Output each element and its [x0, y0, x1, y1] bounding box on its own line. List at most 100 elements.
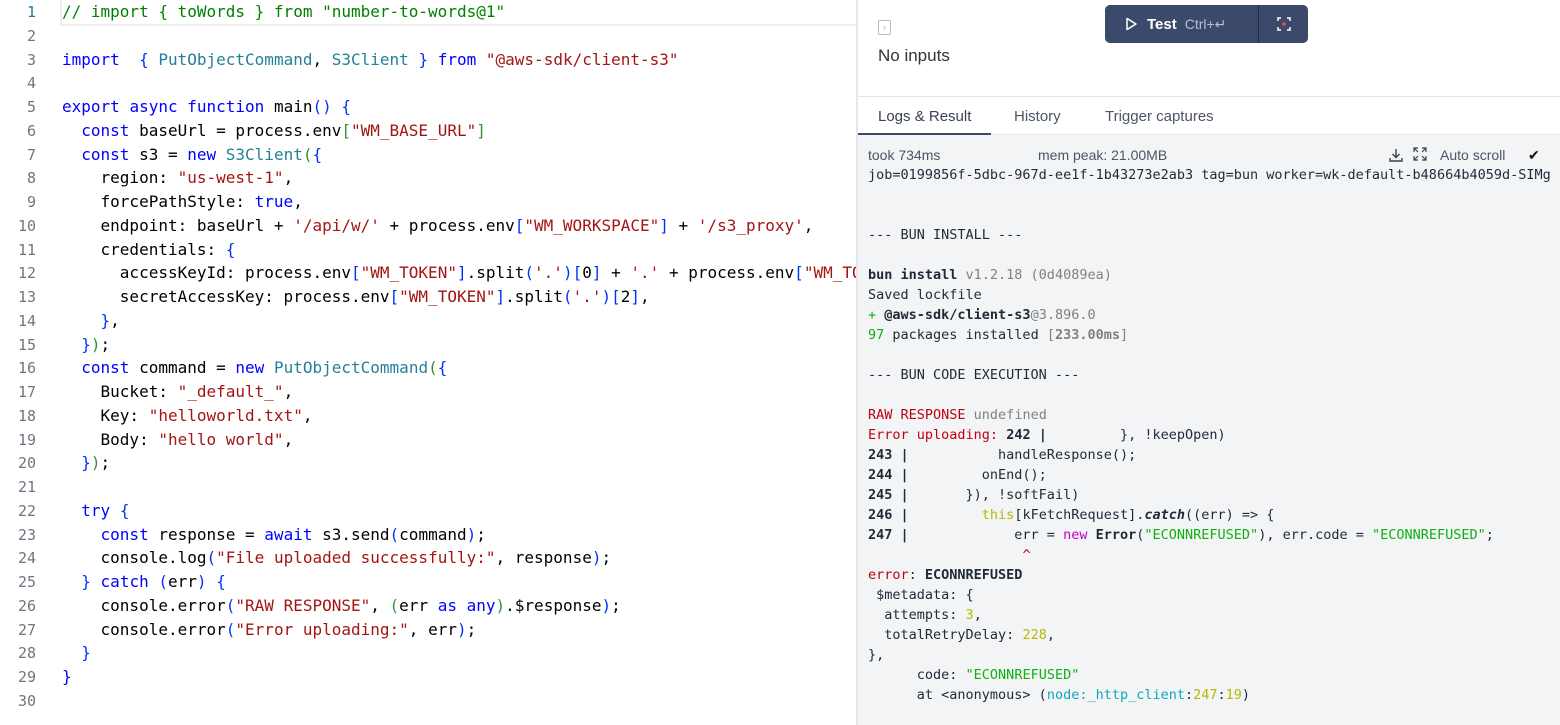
- play-icon: [1126, 17, 1137, 31]
- token: "ECONNREFUSED": [965, 667, 1080, 683]
- code-line[interactable]: 7 const s3 = new S3Client({: [0, 143, 857, 167]
- code-text: }: [62, 665, 72, 689]
- tab-history[interactable]: History: [994, 97, 1081, 135]
- token: "WM_WORKSPACE": [524, 215, 660, 235]
- token: $metadata: {: [868, 587, 974, 603]
- code-line[interactable]: 18 Key: "helloworld.txt",: [0, 404, 857, 428]
- code-line[interactable]: 25 } catch (err) {: [0, 570, 857, 594]
- code-line[interactable]: 21: [0, 475, 857, 499]
- log-line: totalRetryDelay: 228,: [868, 625, 1055, 645]
- token: --- BUN CODE EXECUTION ---: [868, 367, 1080, 383]
- token: {: [437, 358, 448, 378]
- logs-area[interactable]: took 734ms mem peak: 21.00MB Auto scroll…: [858, 135, 1560, 725]
- code-line[interactable]: 4: [0, 71, 857, 95]
- code-line[interactable]: 26 console.error("RAW RESPONSE", (err as…: [0, 594, 857, 618]
- token: command =: [129, 358, 236, 378]
- code-editor[interactable]: 1 // import { toWords } from "number-to-w…: [0, 0, 857, 725]
- tab-logs-result[interactable]: Logs & Result: [858, 97, 992, 135]
- token: ;: [100, 334, 111, 354]
- download-icon[interactable]: [1388, 147, 1404, 166]
- token: ,: [302, 405, 313, 425]
- token: (: [158, 572, 168, 591]
- token: , response: [495, 548, 592, 568]
- token: 242 |: [998, 427, 1047, 443]
- token: "Error uploading:": [235, 619, 409, 639]
- token: ;: [601, 548, 612, 568]
- token: "@aws-sdk/client-s3": [485, 49, 679, 69]
- token: handleResponse();: [908, 447, 1137, 463]
- token: ,: [110, 310, 120, 330]
- code-line[interactable]: 23 const response = await s3.send(comman…: [0, 523, 857, 547]
- token: @3.896.0: [1030, 307, 1096, 323]
- code-line[interactable]: 28 }: [0, 641, 857, 665]
- token: ;: [476, 524, 486, 544]
- token: .split: [505, 287, 563, 306]
- code-line[interactable]: 11 credentials: {: [0, 238, 857, 262]
- token: :: [1184, 687, 1194, 703]
- tab-trigger-captures[interactable]: Trigger captures: [1085, 97, 1234, 135]
- code-line[interactable]: 29}: [0, 665, 857, 689]
- token: at <anonymous> (: [868, 687, 1047, 703]
- capture-button[interactable]: [1259, 5, 1308, 43]
- line-number: 16: [17, 359, 36, 378]
- token: s3 =: [129, 144, 188, 164]
- token: ,: [1046, 627, 1055, 643]
- code-text: console.error("Error uploading:", err);: [62, 618, 477, 642]
- expand-icon[interactable]: [1413, 147, 1427, 164]
- token: // import { toWords } from "number-to-wo…: [62, 2, 506, 21]
- token: try: [81, 500, 111, 520]
- test-button[interactable]: Test Ctrl+↵: [1105, 5, 1259, 43]
- code-line[interactable]: 12 accessKeyId: process.env["WM_TOKEN"].…: [0, 261, 857, 285]
- line-number: 27: [17, 620, 36, 639]
- code-line[interactable]: 9 forcePathStyle: true,: [0, 190, 857, 214]
- code-line[interactable]: 14 },: [0, 309, 857, 333]
- log-line: --- BUN INSTALL ---: [868, 225, 1022, 245]
- code-line[interactable]: 30: [0, 689, 857, 713]
- log-line: Saved lockfile: [868, 285, 982, 305]
- token: {: [341, 97, 352, 116]
- code-line[interactable]: 27 console.error("Error uploading:", err…: [0, 618, 857, 642]
- code-line[interactable]: 6 const baseUrl = process.env["WM_BASE_U…: [0, 119, 857, 143]
- code-line[interactable]: 3 import { PutObjectCommand, S3Client } f…: [0, 48, 857, 72]
- token: err: [168, 572, 197, 591]
- token: 228: [1022, 627, 1047, 643]
- code-text: endpoint: baseUrl + '/api/w/' + process.…: [62, 214, 814, 238]
- auto-scroll-checkbox[interactable]: ✔: [1528, 147, 1540, 164]
- code-line[interactable]: 17 Bucket: "_default_",: [0, 380, 857, 404]
- code-text: console.log("File uploaded successfully:…: [62, 546, 612, 570]
- panel-toggle-icon[interactable]: ›: [878, 20, 891, 35]
- code-line[interactable]: 10 endpoint: baseUrl + '/api/w/' + proce…: [0, 214, 857, 238]
- code-line[interactable]: 19 Body: "hello world",: [0, 428, 857, 452]
- token: ;: [1485, 527, 1494, 543]
- token: +: [668, 215, 698, 235]
- code-line[interactable]: 13 secretAccessKey: process.env["WM_TOKE…: [0, 285, 857, 309]
- code-line[interactable]: 5 export async function main() {: [0, 95, 857, 119]
- token: 247: [1193, 687, 1218, 703]
- token: new: [187, 144, 217, 164]
- token: [: [341, 120, 351, 140]
- code-line[interactable]: 22 try {: [0, 499, 857, 523]
- code-line[interactable]: 1 // import { toWords } from "number-to-w…: [0, 0, 857, 26]
- token: + process.env: [379, 215, 515, 235]
- line-number: 21: [17, 478, 36, 496]
- code-line[interactable]: 16 const command = new PutObjectCommand(…: [0, 356, 857, 380]
- code-line[interactable]: 8 region: "us-west-1",: [0, 166, 857, 190]
- code-line[interactable]: 2: [0, 24, 857, 48]
- code-line[interactable]: 24 console.log("File uploaded successful…: [0, 546, 857, 570]
- code-line[interactable]: 15 });: [0, 333, 857, 357]
- token: "RAW RESPONSE": [235, 595, 371, 615]
- token: [: [514, 215, 525, 235]
- token: :: [1217, 687, 1226, 703]
- line-number: 8: [26, 169, 36, 188]
- code-line[interactable]: 20 });: [0, 451, 857, 475]
- token: "WM_TOKEN": [803, 263, 857, 283]
- token: "WM_TOKEN": [399, 287, 496, 306]
